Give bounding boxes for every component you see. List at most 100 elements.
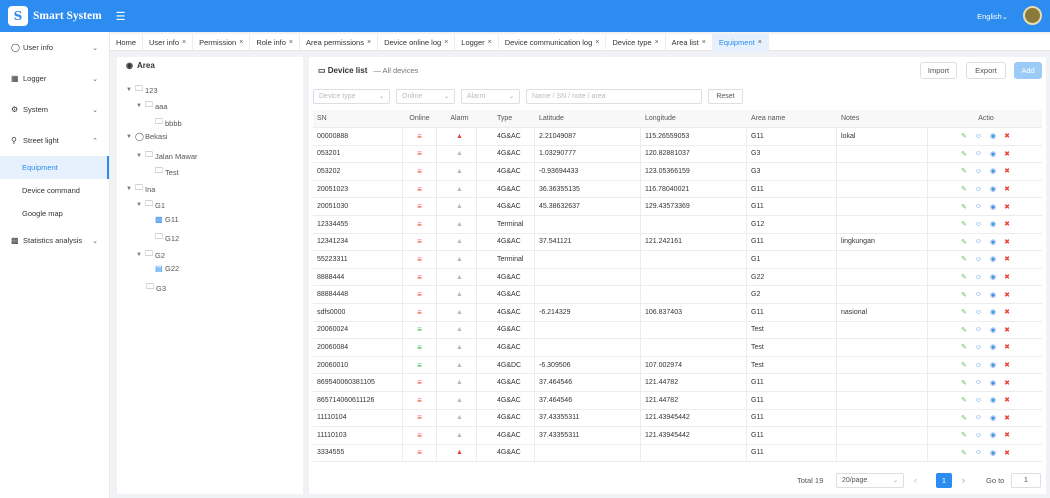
close-icon[interactable]: × xyxy=(367,39,371,46)
edit-icon[interactable]: ✎ xyxy=(961,379,967,387)
user-icon[interactable]: ☺ xyxy=(975,203,982,210)
tab-user-info[interactable]: User info × xyxy=(143,33,194,51)
edit-icon[interactable]: ✎ xyxy=(961,132,967,140)
tree-node-g2[interactable]: ▼ 🗀 G2 xyxy=(136,248,165,262)
close-icon[interactable]: × xyxy=(595,39,599,46)
add-button[interactable]: Add xyxy=(1014,62,1042,79)
delete-icon[interactable]: ✖ xyxy=(1004,255,1010,263)
tab-device-communication-log[interactable]: Device communication log × xyxy=(499,33,607,51)
sidebar-item-system[interactable]: ⚙ System ⌄ xyxy=(0,94,109,125)
tab-area-list[interactable]: Area list × xyxy=(666,33,713,51)
tree-node-aaa[interactable]: ▼ 🗀 aaa xyxy=(136,99,168,113)
pin-icon[interactable]: ◉ xyxy=(990,343,996,351)
sidebar-item-equipment[interactable]: Equipment xyxy=(0,156,109,179)
delete-icon[interactable]: ✖ xyxy=(1004,431,1010,439)
tree-node-bbbb[interactable]: 🗀 bbbb xyxy=(155,116,182,130)
alarm-select[interactable]: Alarm ⌄ xyxy=(461,89,520,104)
caret-down-icon[interactable]: ▼ xyxy=(136,153,145,159)
delete-icon[interactable]: ✖ xyxy=(1004,132,1010,140)
delete-icon[interactable]: ✖ xyxy=(1004,203,1010,211)
close-icon[interactable]: × xyxy=(655,39,659,46)
col-online[interactable]: Online xyxy=(406,110,433,127)
avatar[interactable] xyxy=(1023,6,1042,25)
tree-node-bekasi[interactable]: ▼ ◯ Bekasi xyxy=(126,132,168,141)
edit-icon[interactable]: ✎ xyxy=(961,273,967,281)
pin-icon[interactable]: ◉ xyxy=(990,132,996,140)
user-icon[interactable]: ☺ xyxy=(975,414,982,421)
user-icon[interactable]: ☺ xyxy=(975,133,982,140)
delete-icon[interactable]: ✖ xyxy=(1004,167,1010,175)
col-latitude[interactable]: Latitude xyxy=(539,110,564,127)
tree-node-ina[interactable]: ▼ 🗀 Ina xyxy=(126,182,155,196)
delete-icon[interactable]: ✖ xyxy=(1004,326,1010,334)
sidebar-item-user-info[interactable]: ◯ User info ⌄ xyxy=(0,32,109,63)
pin-icon[interactable]: ◉ xyxy=(990,414,996,422)
sidebar-item-google-map[interactable]: Google map xyxy=(0,202,109,225)
caret-down-icon[interactable]: ▼ xyxy=(126,134,135,140)
edit-icon[interactable]: ✎ xyxy=(961,203,967,211)
pin-icon[interactable]: ◉ xyxy=(990,203,996,211)
pin-icon[interactable]: ◉ xyxy=(990,185,996,193)
close-icon[interactable]: × xyxy=(488,39,492,46)
page-size-select[interactable]: 20/page ⌄ xyxy=(836,472,904,488)
col-area-name[interactable]: Area name xyxy=(751,110,785,127)
close-icon[interactable]: × xyxy=(239,39,243,46)
search-input[interactable]: Name / SN / note / area xyxy=(526,89,702,104)
delete-icon[interactable]: ✖ xyxy=(1004,379,1010,387)
tree-node-g1[interactable]: ▼ 🗀 G1 xyxy=(136,198,165,212)
edit-icon[interactable]: ✎ xyxy=(961,185,967,193)
device-type-select[interactable]: Device type ⌄ xyxy=(313,89,390,104)
delete-icon[interactable]: ✖ xyxy=(1004,343,1010,351)
tree-node-jalan-mawar[interactable]: ▼ 🗀 Jalan Mawar xyxy=(136,149,198,163)
tab-home[interactable]: Home xyxy=(110,33,144,51)
delete-icon[interactable]: ✖ xyxy=(1004,396,1010,404)
user-icon[interactable]: ☺ xyxy=(975,186,982,193)
pin-icon[interactable]: ◉ xyxy=(990,291,996,299)
close-icon[interactable]: × xyxy=(289,39,293,46)
tree-node-g12[interactable]: 🗀 G12 xyxy=(155,231,179,245)
sidebar-item-statistics[interactable]: ▩ Statistics analysis ⌄ xyxy=(0,225,109,256)
online-select[interactable]: Online ⌄ xyxy=(396,89,455,104)
delete-icon[interactable]: ✖ xyxy=(1004,238,1010,246)
pin-icon[interactable]: ◉ xyxy=(990,361,996,369)
user-icon[interactable]: ☺ xyxy=(975,432,982,439)
user-icon[interactable]: ☺ xyxy=(975,449,982,456)
pin-icon[interactable]: ◉ xyxy=(990,167,996,175)
edit-icon[interactable]: ✎ xyxy=(961,167,967,175)
user-icon[interactable]: ☺ xyxy=(975,168,982,175)
edit-icon[interactable]: ✎ xyxy=(961,291,967,299)
delete-icon[interactable]: ✖ xyxy=(1004,273,1010,281)
tree-node-g22[interactable]: ▤ G22 xyxy=(155,264,179,273)
prev-page-icon[interactable]: ‹ xyxy=(914,475,917,485)
pin-icon[interactable]: ◉ xyxy=(990,449,996,457)
pin-icon[interactable]: ◉ xyxy=(990,150,996,158)
caret-down-icon[interactable]: ▼ xyxy=(126,186,135,192)
tab-role-info[interactable]: Role info × xyxy=(250,33,301,51)
user-icon[interactable]: ☺ xyxy=(975,256,982,263)
reset-button[interactable]: Reset xyxy=(708,89,743,104)
sidebar-item-street-light[interactable]: ⚲ Street light ⌃ xyxy=(0,125,109,156)
delete-icon[interactable]: ✖ xyxy=(1004,291,1010,299)
close-icon[interactable]: × xyxy=(758,39,762,46)
user-icon[interactable]: ☺ xyxy=(975,397,982,404)
user-icon[interactable]: ☺ xyxy=(975,274,982,281)
user-icon[interactable]: ☺ xyxy=(975,344,982,351)
tree-node-test[interactable]: 🗀 Test xyxy=(155,165,179,179)
edit-icon[interactable]: ✎ xyxy=(961,449,967,457)
sidebar-item-device-command[interactable]: Device command xyxy=(0,179,109,202)
edit-icon[interactable]: ✎ xyxy=(961,150,967,158)
delete-icon[interactable]: ✖ xyxy=(1004,449,1010,457)
user-icon[interactable]: ☺ xyxy=(975,221,982,228)
delete-icon[interactable]: ✖ xyxy=(1004,414,1010,422)
caret-down-icon[interactable]: ▼ xyxy=(136,202,145,208)
tree-node-g3[interactable]: 🗀 G3 xyxy=(146,281,166,295)
delete-icon[interactable]: ✖ xyxy=(1004,185,1010,193)
edit-icon[interactable]: ✎ xyxy=(961,308,967,316)
delete-icon[interactable]: ✖ xyxy=(1004,220,1010,228)
user-icon[interactable]: ☺ xyxy=(975,150,982,157)
tab-area-permissions[interactable]: Area permissions × xyxy=(300,33,379,51)
tree-node-123[interactable]: ▼ 🗀 123 xyxy=(126,83,158,97)
export-button[interactable]: Export xyxy=(966,62,1006,79)
pin-icon[interactable]: ◉ xyxy=(990,220,996,228)
edit-icon[interactable]: ✎ xyxy=(961,414,967,422)
